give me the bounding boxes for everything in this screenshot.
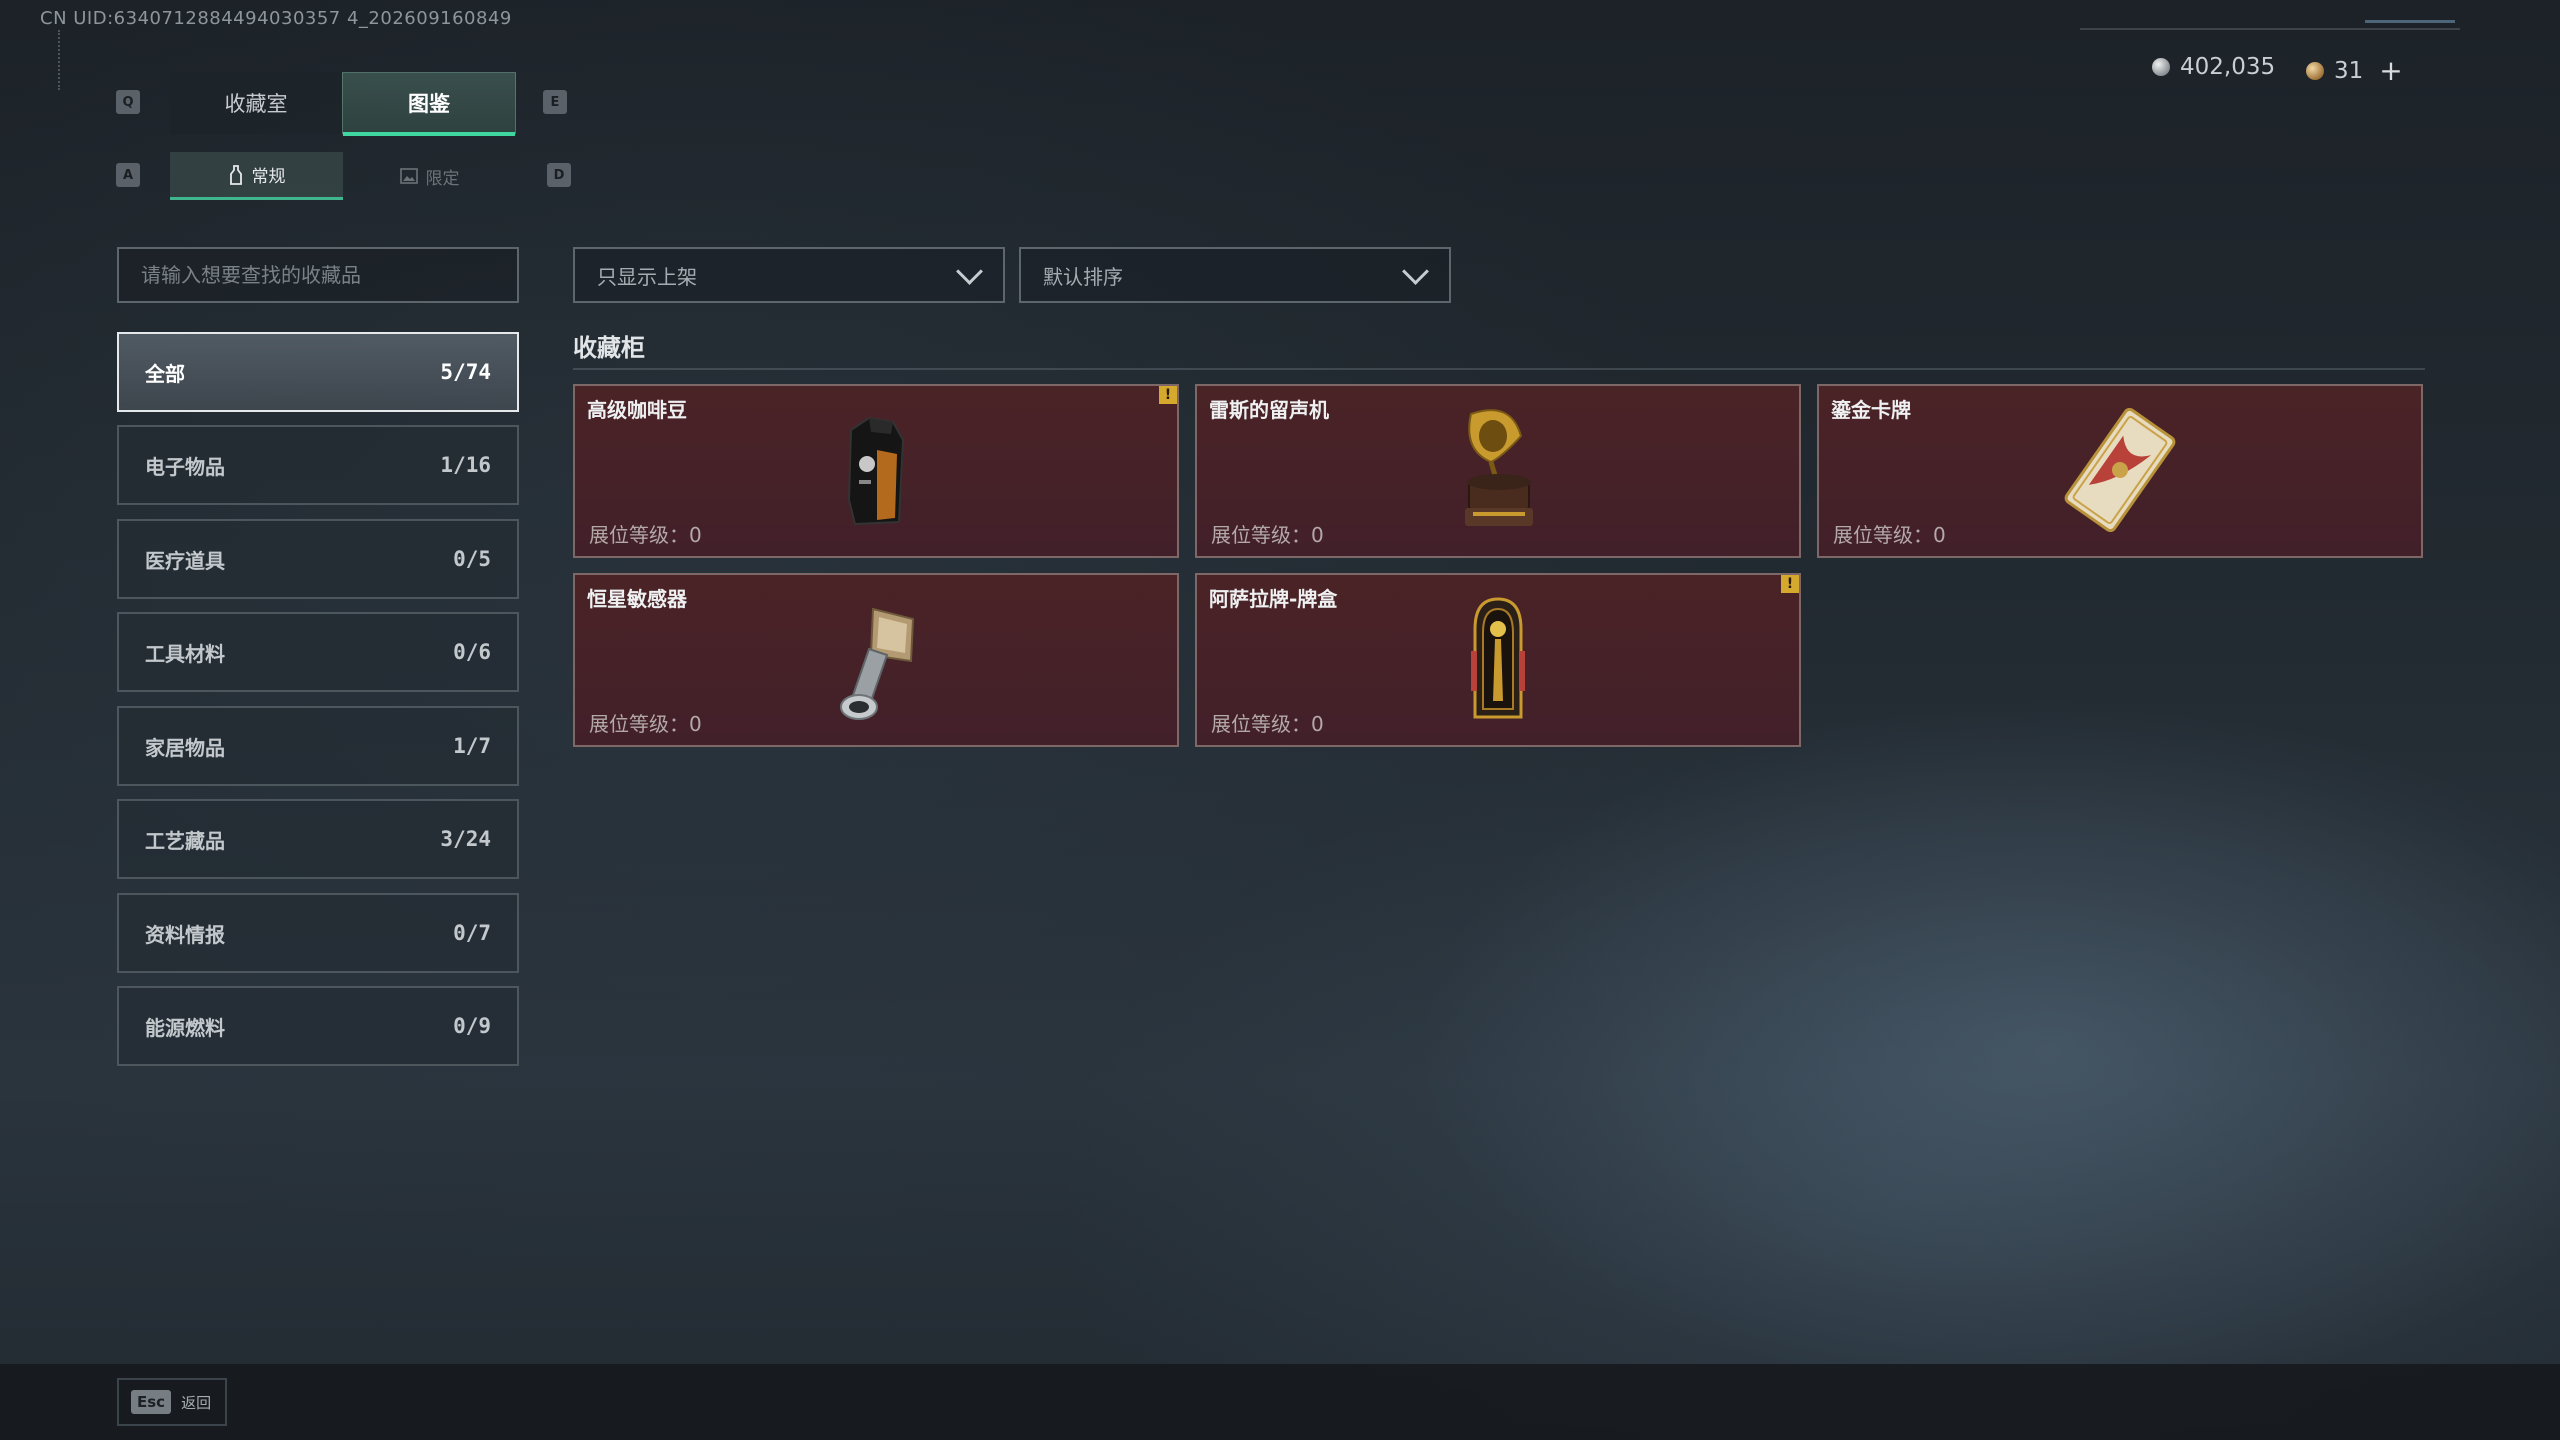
silver-coin-icon [2152, 58, 2170, 76]
tab-catalog[interactable]: 图鉴 [342, 72, 516, 136]
subtab-label: 常规 [251, 167, 286, 187]
card-name: 恒星敏感器 [587, 587, 687, 611]
tab-label: 收藏室 [224, 92, 288, 116]
category-electronics[interactable]: 电子物品 1/16 [117, 425, 519, 505]
card-level: 展位等级：0 [1833, 523, 1946, 547]
category-count: 3/24 [440, 827, 491, 851]
tab-label: 图鉴 [408, 92, 450, 116]
category-label: 全部 [145, 361, 185, 386]
top-divider [2080, 28, 2460, 30]
category-label: 家居物品 [145, 735, 225, 760]
warning-badge-icon: ! [1159, 386, 1177, 404]
category-count: 5/74 [440, 360, 491, 384]
category-count: 0/5 [453, 547, 491, 571]
chevron-down-icon [956, 257, 983, 285]
display-filter-value: 只显示上架 [597, 264, 697, 289]
collection-card-star-sensor[interactable]: 恒星敏感器 展位等级：0 [573, 573, 1179, 747]
display-filter-dropdown[interactable]: 只显示上架 [573, 247, 1005, 303]
bottom-bar [0, 1364, 2560, 1440]
subtab-limited[interactable]: 限定 [343, 152, 516, 200]
collection-card-asala-deck-box[interactable]: 阿萨拉牌-牌盒 ! 展位等级：0 [1195, 573, 1801, 747]
gilded-card-icon [2064, 407, 2176, 533]
category-count: 0/7 [453, 921, 491, 945]
top-accent-line [2365, 20, 2455, 23]
deck-box-icon [1471, 597, 1525, 719]
category-crafts[interactable]: 工艺藏品 3/24 [117, 799, 519, 879]
section-divider [573, 368, 2425, 370]
key-hint-q: Q [116, 90, 140, 114]
back-button[interactable]: Esc 返回 [117, 1378, 227, 1426]
card-name: 雷斯的留声机 [1209, 398, 1329, 422]
category-label: 工具材料 [145, 641, 225, 666]
silver-amount: 402,035 [2180, 54, 2276, 80]
main-tabs: 收藏室 图鉴 [170, 72, 516, 136]
sort-dropdown[interactable]: 默认排序 [1019, 247, 1451, 303]
search-box [117, 247, 519, 303]
tab-collection-room[interactable]: 收藏室 [170, 72, 342, 134]
gold-coin-icon [2306, 61, 2324, 80]
category-count: 0/6 [453, 640, 491, 664]
chevron-down-icon [1402, 257, 1429, 285]
category-label: 能源燃料 [145, 1015, 225, 1040]
category-count: 1/16 [440, 453, 491, 477]
key-hint-e: E [543, 90, 567, 114]
add-currency-button[interactable]: + [2379, 54, 2402, 87]
category-label: 电子物品 [145, 454, 225, 479]
bottle-icon [229, 164, 242, 185]
warning-badge-icon: ! [1781, 575, 1799, 593]
category-label: 资料情报 [145, 922, 225, 947]
sub-tabs: 常规 限定 [170, 152, 516, 200]
category-household[interactable]: 家居物品 1/7 [117, 706, 519, 786]
card-level: 展位等级：0 [589, 712, 702, 736]
category-all[interactable]: 全部 5/74 [117, 332, 519, 412]
category-intel[interactable]: 资料情报 0/7 [117, 893, 519, 973]
category-tools[interactable]: 工具材料 0/6 [117, 612, 519, 692]
key-hint-d: D [547, 163, 571, 187]
collection-card-gilded-card[interactable]: 鎏金卡牌 展位等级：0 [1817, 384, 2423, 558]
subtab-label: 限定 [425, 168, 460, 189]
card-name: 鎏金卡牌 [1831, 398, 1911, 422]
card-name: 高级咖啡豆 [587, 398, 687, 422]
category-label: 医疗道具 [145, 548, 225, 573]
category-count: 1/7 [453, 734, 491, 758]
gold-currency: 31 + [2306, 54, 2403, 87]
category-count: 0/9 [453, 1014, 491, 1038]
category-label: 工艺藏品 [145, 828, 225, 853]
back-label: 返回 [181, 1393, 212, 1412]
subtab-regular[interactable]: 常规 [170, 152, 343, 200]
category-energy[interactable]: 能源燃料 0/9 [117, 986, 519, 1066]
card-name: 阿萨拉牌-牌盒 [1209, 587, 1338, 611]
silver-currency: 402,035 [2152, 54, 2275, 80]
star-sensor-icon [840, 607, 915, 720]
card-level: 展位等级：0 [589, 523, 702, 547]
collection-card-gramophone[interactable]: 雷斯的留声机 展位等级：0 [1195, 384, 1801, 558]
decorative-line [58, 30, 64, 90]
esc-key-hint: Esc [131, 1390, 172, 1414]
gold-amount: 31 [2334, 57, 2364, 84]
coffee-bag-icon [847, 416, 905, 526]
sort-value: 默认排序 [1043, 264, 1123, 289]
image-icon [399, 168, 418, 184]
gramophone-icon [1465, 409, 1533, 526]
key-hint-a: A [116, 163, 140, 187]
card-level: 展位等级：0 [1211, 523, 1324, 547]
collection-card-coffee[interactable]: 高级咖啡豆 ! 展位等级：0 [573, 384, 1179, 558]
section-title: 收藏柜 [573, 334, 645, 362]
uid-text: CN UID:6340712884494030357 4_20260916084… [40, 8, 512, 29]
search-input[interactable] [139, 262, 497, 288]
category-medical[interactable]: 医疗道具 0/5 [117, 519, 519, 599]
card-level: 展位等级：0 [1211, 712, 1324, 736]
